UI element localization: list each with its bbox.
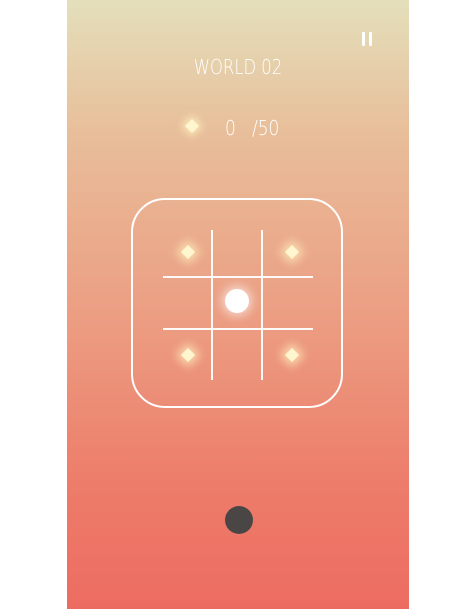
- gem-top-left: [180, 244, 196, 260]
- pause-icon[interactable]: [361, 32, 373, 46]
- page: WORLD 02 0 /50: [0, 0, 474, 609]
- grid-line-horizontal: [163, 276, 313, 278]
- grid-line-horizontal: [163, 328, 313, 330]
- pause-bar-left: [362, 32, 365, 46]
- grid-line-vertical: [211, 230, 213, 380]
- gem-bottom-left: [180, 347, 196, 363]
- score-collected: 0: [225, 116, 236, 140]
- gem-top-right: [284, 244, 300, 260]
- player-ball[interactable]: [225, 289, 249, 313]
- pause-bar-right: [369, 32, 372, 46]
- gem-bottom-right: [284, 347, 300, 363]
- gem-icon: [184, 118, 200, 134]
- score-counter: 0 /50: [67, 116, 409, 140]
- game-board[interactable]: [131, 198, 343, 408]
- grid-line-vertical: [261, 230, 263, 380]
- game-screen: WORLD 02 0 /50: [67, 0, 409, 609]
- world-title: WORLD 02: [193, 55, 283, 79]
- score-total: /50: [252, 116, 280, 140]
- control-dot[interactable]: [225, 506, 253, 534]
